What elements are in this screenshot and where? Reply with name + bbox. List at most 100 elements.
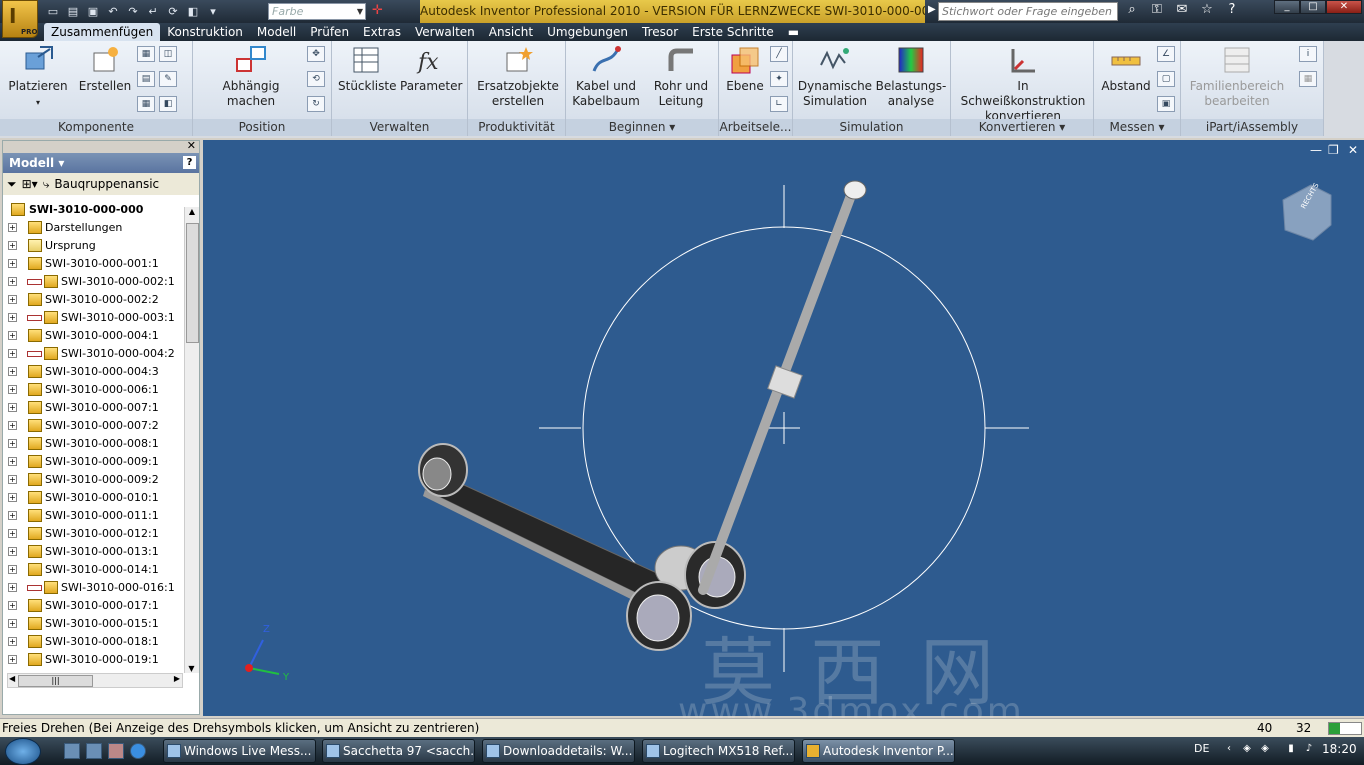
tab-modell[interactable]: Modell (250, 23, 303, 41)
project-icon[interactable]: ◧ (184, 3, 202, 20)
task-download-details[interactable]: Downloaddetails: W... (482, 739, 635, 763)
browser-header[interactable]: Modell ▾ ? (3, 153, 199, 173)
expand-icon[interactable]: + (8, 313, 17, 322)
graphics-viewport[interactable]: — ❐ ✕ RECHTS Z Y 莫 西 网 www.3dmox.com (203, 140, 1364, 730)
crosshair-icon[interactable]: ✛ (372, 3, 383, 18)
hscroll-thumb[interactable]: ||| (18, 675, 93, 687)
measure-area-icon[interactable]: ▣ (1157, 96, 1175, 112)
tab-tresor[interactable]: Tresor (635, 23, 685, 41)
minimize-button[interactable]: _ (1274, 0, 1300, 14)
measure-distance-button[interactable]: Abstand (1098, 45, 1154, 94)
tree-item[interactable]: + SWI-3010-000-015:1 (5, 615, 183, 633)
tree-item[interactable]: + SWI-3010-000-006:1 (5, 381, 183, 399)
select-icon[interactable]: ▾ (204, 3, 222, 20)
maximize-button[interactable]: □ (1300, 0, 1326, 14)
tube-pipe-button[interactable]: Rohr und Leitung (646, 45, 716, 109)
expand-icon[interactable]: + (8, 583, 17, 592)
tree-item[interactable]: + SWI-3010-000-007:2 (5, 417, 183, 435)
edit-family-button[interactable]: Familienbereich bearbeiten (1185, 45, 1289, 109)
expand-icon[interactable]: + (8, 493, 17, 502)
application-menu-button[interactable]: I PRO (2, 0, 38, 38)
free-move-icon[interactable]: ↻ (307, 96, 325, 112)
satellite-icon[interactable]: ✉ (1172, 2, 1192, 17)
expand-icon[interactable]: + (8, 439, 17, 448)
expand-icon[interactable]: + (8, 403, 17, 412)
expand-icon[interactable]: + (8, 421, 17, 430)
tray-expand-icon[interactable]: ‹ (1222, 743, 1236, 757)
close-icon[interactable]: ✕ (187, 139, 196, 152)
measure-loop-icon[interactable]: ▢ (1157, 71, 1175, 87)
mirror-icon[interactable]: ◫ (159, 46, 177, 62)
tree-item[interactable]: + SWI-3010-000-010:1 (5, 489, 183, 507)
expand-icon[interactable]: + (8, 475, 17, 484)
measure-angle-icon[interactable]: ∠ (1157, 46, 1175, 62)
copy-icon[interactable]: ▤ (137, 71, 155, 87)
task-inventor[interactable]: Autodesk Inventor P... (802, 739, 955, 763)
tree-item[interactable]: + SWI-3010-000-002:1 (5, 273, 183, 291)
filter-icon[interactable]: ⏷ (7, 177, 17, 192)
tree-item[interactable]: + SWI-3010-000-013:1 (5, 543, 183, 561)
tree-item[interactable]: + SWI-3010-000-009:1 (5, 453, 183, 471)
expand-icon[interactable]: + (8, 511, 17, 520)
language-indicator[interactable]: DE (1194, 742, 1209, 755)
help-icon[interactable]: ? (1222, 2, 1242, 17)
star-icon[interactable]: ☆ (1197, 2, 1217, 17)
place-button[interactable]: Platzieren ▾ (6, 45, 70, 110)
assembly-view-label[interactable]: Bauqruppenansic (54, 177, 159, 191)
tree-view-icon[interactable]: ⊞▾ (22, 177, 38, 191)
work-axis-icon[interactable]: ╱ (770, 46, 788, 62)
parameters-button[interactable]: fx Parameter (400, 45, 462, 94)
work-point-icon[interactable]: ✦ (770, 71, 788, 87)
tree-item[interactable]: + SWI-3010-000-004:3 (5, 363, 183, 381)
tab-verwalten[interactable]: Verwalten (408, 23, 482, 41)
expand-icon[interactable]: + (8, 385, 17, 394)
panel-title-measure[interactable]: Messen ▾ (1094, 119, 1180, 136)
dynamic-simulation-button[interactable]: Dynamische Simulation (797, 45, 873, 109)
panel-title-convert[interactable]: Konvertieren ▾ (951, 119, 1093, 136)
task-logitech[interactable]: Logitech MX518 Ref... (642, 739, 795, 763)
tree-item[interactable]: + SWI-3010-000-016:1 (5, 579, 183, 597)
expand-icon[interactable]: + (8, 637, 17, 646)
expand-icon[interactable]: + (8, 241, 17, 250)
undo-icon[interactable]: ↶ (104, 3, 122, 20)
tree-item[interactable]: + SWI-3010-000-008:1 (5, 435, 183, 453)
task-live-messenger[interactable]: Windows Live Mess... (163, 739, 316, 763)
clock[interactable]: 18:20 (1322, 742, 1357, 756)
browser-vertical-scrollbar[interactable]: ▲ ▼ (184, 207, 199, 673)
tab-konstruktion[interactable]: Konstruktion (160, 23, 250, 41)
rotate-icon[interactable]: ⟲ (307, 71, 325, 87)
tree-item[interactable]: + SWI-3010-000-014:1 (5, 561, 183, 579)
window-switch-icon[interactable] (86, 743, 102, 759)
color-override-select[interactable]: Farbe ▼ (268, 3, 366, 20)
substitute-button[interactable]: Ersatzobjekte erstellen (474, 45, 562, 109)
convert-weldment-button[interactable]: In Schweißkonstruktion konvertieren (955, 45, 1091, 124)
save-icon[interactable]: ▣ (84, 3, 102, 20)
show-desktop-icon[interactable] (64, 743, 80, 759)
internet-explorer-icon[interactable] (130, 743, 146, 759)
ipart-icon[interactable]: i (1299, 46, 1317, 62)
tray-app-icon[interactable]: ◈ (1258, 743, 1272, 757)
expand-icon[interactable]: + (8, 619, 17, 628)
move-icon[interactable]: ✥ (307, 46, 325, 62)
tree-item[interactable]: + SWI-3010-000-004:1 (5, 327, 183, 345)
cable-harness-button[interactable]: Kabel und Kabelbaum (571, 45, 641, 109)
tree-item[interactable]: + SWI-3010-000-012:1 (5, 525, 183, 543)
tab-ansicht[interactable]: Ansicht (482, 23, 540, 41)
create-button[interactable]: Erstellen (78, 45, 132, 94)
open-file-icon[interactable]: ▤ (64, 3, 82, 20)
scroll-left-icon[interactable]: ◀ (9, 674, 15, 683)
grid-icon[interactable]: ▦ (137, 96, 155, 112)
replace-icon[interactable]: ◧ (159, 96, 177, 112)
battery-icon[interactable]: ▮ (1284, 743, 1298, 757)
scroll-down-icon[interactable]: ▼ (185, 664, 198, 673)
panel-title-begin[interactable]: Beginnen ▾ (566, 119, 718, 136)
browser-horizontal-scrollbar[interactable]: ◀ ||| ▶ (7, 673, 183, 688)
expand-icon[interactable]: + (8, 565, 17, 574)
scroll-right-icon[interactable]: ▶ (174, 674, 180, 683)
expand-icon[interactable]: + (8, 349, 17, 358)
tree-item[interactable]: + Darstellungen (5, 219, 183, 237)
tree-item[interactable]: + SWI-3010-000-004:2 (5, 345, 183, 363)
binoculars-icon[interactable]: ⌕ (1122, 2, 1142, 17)
help-icon[interactable]: ? (183, 156, 196, 169)
redo-icon[interactable]: ↷ (124, 3, 142, 20)
